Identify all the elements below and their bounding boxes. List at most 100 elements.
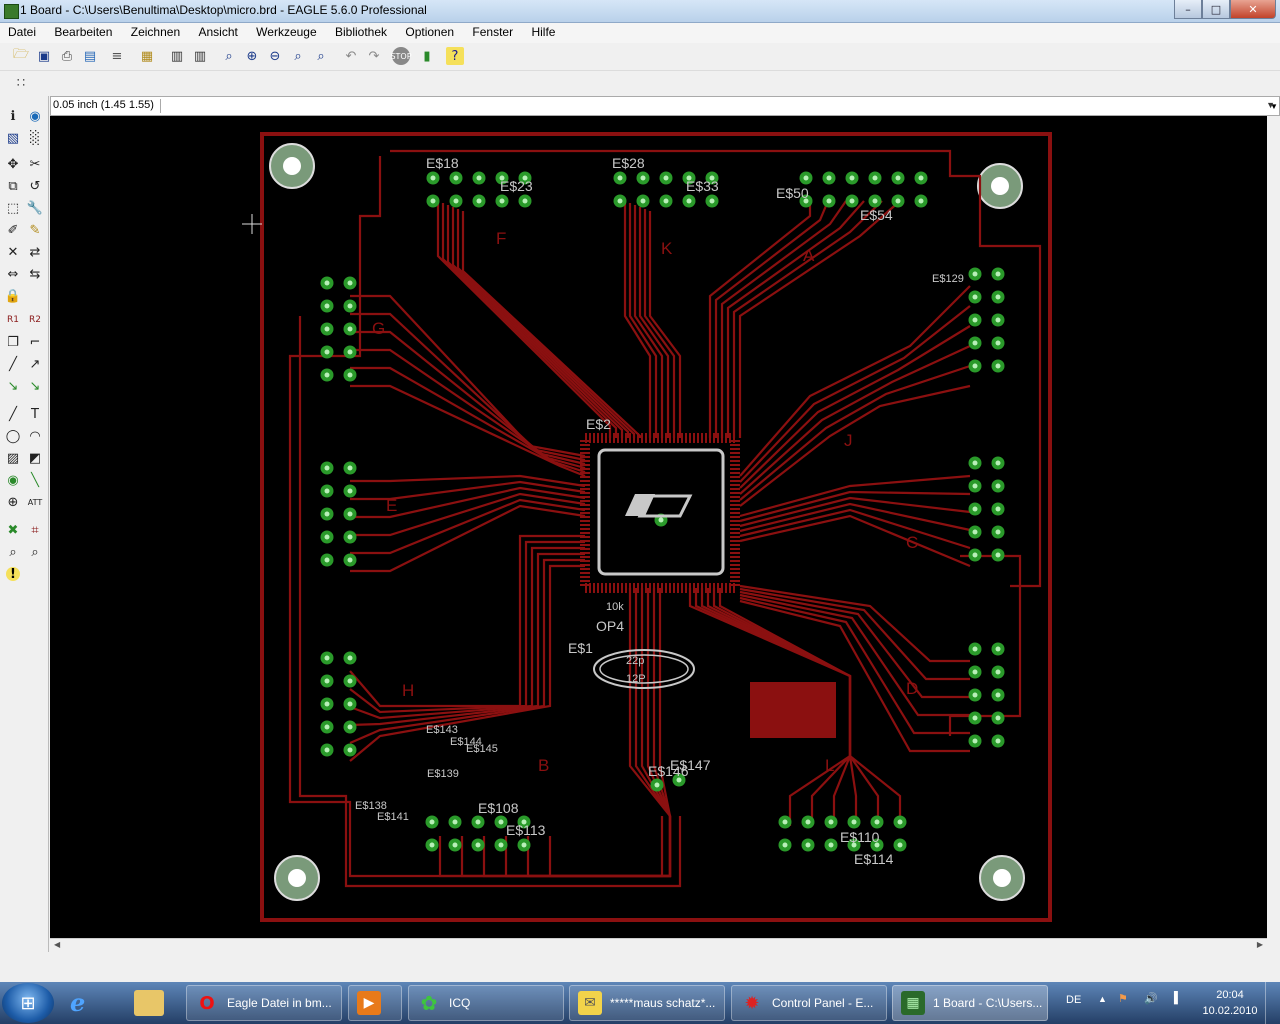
grid-icon[interactable]: ∷ — [12, 74, 30, 92]
menu-ansicht[interactable]: Ansicht — [190, 23, 244, 39]
zoom-select-icon[interactable]: ⌕ — [312, 47, 330, 65]
label-e2: E$2 — [586, 416, 611, 432]
clock-date[interactable]: 10.02.2010 — [1195, 1005, 1265, 1017]
print-icon[interactable]: ⎙ — [58, 47, 76, 65]
horizontal-scrollbar[interactable]: ◀ ▶ — [50, 938, 1267, 953]
taskbar-item-icq[interactable]: ✿ ICQ — [408, 985, 564, 1021]
zoom-out-icon[interactable]: ⊖ — [266, 47, 284, 65]
minimize-button[interactable]: – — [1174, 0, 1202, 19]
rotate-icon[interactable]: ↺ — [25, 176, 45, 196]
route-icon[interactable]: ↘ — [3, 376, 23, 396]
volume-icon[interactable]: 🔊 — [1144, 992, 1158, 1005]
split-icon[interactable]: ╱ — [3, 354, 23, 374]
display-icon[interactable]: ▧ — [3, 128, 23, 148]
polygon-icon[interactable]: ◩ — [25, 448, 45, 468]
rect-icon[interactable]: ▨ — [3, 448, 23, 468]
name-icon[interactable]: R1 — [3, 310, 23, 330]
pad-hole — [429, 819, 435, 825]
go-icon[interactable]: ▮ — [418, 47, 436, 65]
zoom-in-icon[interactable]: ⊕ — [243, 47, 261, 65]
board-canvas[interactable]: A B C D E F G H J K L E$18 E$23 E$28 E$3… — [50, 116, 1267, 938]
save-icon[interactable]: ▣ — [35, 47, 53, 65]
miter-icon[interactable]: ⌐ — [25, 332, 45, 352]
redo-icon[interactable]: ↷ — [365, 47, 383, 65]
cam-icon[interactable]: ▤ — [81, 47, 99, 65]
help-icon[interactable]: ? — [446, 47, 464, 65]
menu-werkzeuge[interactable]: Werkzeuge — [248, 23, 323, 39]
mirror-icon[interactable]: ⧉ — [3, 176, 23, 196]
signal-icon[interactable]: ╲ — [25, 470, 45, 490]
optimize-icon[interactable]: ↗ — [25, 354, 45, 374]
menu-datei[interactable]: Datei — [0, 23, 43, 39]
ripup-icon[interactable]: ↘ — [25, 376, 45, 396]
add-icon[interactable]: ✕ — [3, 242, 23, 262]
mark-icon[interactable]: ░ — [25, 128, 45, 148]
label-op4: OP4 — [596, 618, 624, 634]
delete-icon[interactable]: ✎ — [25, 220, 45, 240]
smash-icon[interactable]: ❐ — [3, 332, 23, 352]
show-hidden-icons-icon[interactable]: ▲ — [1098, 994, 1107, 1004]
erc-icon[interactable]: ⌕ — [3, 542, 23, 562]
eagle-app-icon[interactable] — [4, 4, 19, 19]
open-icon[interactable]: 🗁 — [12, 47, 30, 65]
wire-icon[interactable]: ╱ — [3, 404, 23, 424]
redraw-icon[interactable]: ⌕ — [289, 47, 307, 65]
taskbar-item-eagle[interactable]: ▦ 1 Board - C:\Users... — [892, 985, 1048, 1021]
pinswap-icon[interactable]: ⇄ — [25, 242, 45, 262]
network-icon[interactable]: ▐ — [1170, 992, 1178, 1004]
paste-icon[interactable]: ✐ — [3, 220, 23, 240]
taskbar-item-chat[interactable]: ✉ *****maus schatz*... — [569, 985, 725, 1021]
lock-part-icon[interactable]: 🔒 — [3, 286, 23, 306]
value-icon[interactable]: R2 — [25, 310, 45, 330]
taskbar-item-opera[interactable]: O Eagle Datei in bm... — [186, 985, 342, 1021]
language-indicator[interactable]: DE — [1066, 994, 1081, 1006]
taskbar-item-control-panel[interactable]: ✹ Control Panel - E... — [731, 985, 887, 1021]
lock-icon[interactable]: ⇆ — [25, 264, 45, 284]
ulp-icon[interactable]: ▥ — [191, 47, 209, 65]
hole-icon[interactable]: ⊕ — [3, 492, 23, 512]
scroll-left-icon[interactable]: ◀ — [54, 940, 60, 949]
change-icon[interactable]: 🔧 — [25, 198, 45, 218]
run-script-icon[interactable]: ▥ — [168, 47, 186, 65]
scroll-down-icon[interactable]: ▼ — [1270, 102, 1278, 111]
copy-icon[interactable]: ✂ — [25, 154, 45, 174]
zoom-fit-icon[interactable]: ⌕ — [220, 47, 238, 65]
replace-icon[interactable]: ⇔ — [3, 264, 23, 284]
notification-icon[interactable]: ⚑ — [1118, 992, 1128, 1005]
taskbar-item-media[interactable]: ▶ — [348, 985, 402, 1021]
menu-bearbeiten[interactable]: Bearbeiten — [46, 23, 119, 39]
script-icon[interactable]: ▦ — [138, 47, 156, 65]
autorouter-icon[interactable]: ⌗ — [25, 520, 45, 540]
undo-icon[interactable]: ↶ — [342, 47, 360, 65]
menu-zeichnen[interactable]: Zeichnen — [123, 23, 187, 39]
start-button[interactable]: ⊞ — [2, 983, 54, 1023]
group-icon[interactable]: ⬚ — [3, 198, 23, 218]
errors-icon[interactable]: ! — [6, 567, 20, 582]
show-icon[interactable]: ◉ — [25, 106, 45, 126]
text-icon[interactable]: T — [25, 404, 45, 424]
close-button[interactable]: ✕ — [1230, 0, 1276, 19]
use-library-icon[interactable]: ≡ — [108, 47, 126, 65]
internet-explorer-icon[interactable]: e — [70, 988, 106, 1018]
menu-fenster[interactable]: Fenster — [464, 23, 520, 39]
menu-bibliothek[interactable]: Bibliothek — [327, 23, 394, 39]
ratsnest-icon[interactable]: ✖ — [3, 520, 23, 540]
show-desktop-button[interactable] — [1265, 982, 1280, 1024]
info-icon[interactable]: ℹ — [3, 106, 23, 126]
arc-icon[interactable]: ◠ — [25, 426, 45, 446]
drc-icon[interactable]: ⌕ — [25, 542, 45, 562]
menu-optionen[interactable]: Optionen — [397, 23, 461, 39]
clock-time[interactable]: 20:04 — [1200, 989, 1260, 1001]
scroll-right-icon[interactable]: ▶ — [1257, 940, 1263, 949]
menu-hilfe[interactable]: Hilfe — [523, 23, 562, 39]
attribute-icon[interactable]: ATT — [25, 492, 45, 512]
trace — [350, 504, 586, 573]
command-input[interactable] — [186, 97, 1272, 117]
move-icon[interactable]: ✥ — [3, 154, 23, 174]
circle-icon[interactable]: ◯ — [3, 426, 23, 446]
stop-icon[interactable]: STOP — [390, 47, 412, 65]
vertical-scrollbar[interactable]: ▼ — [1267, 102, 1280, 938]
via-icon[interactable]: ◉ — [3, 470, 23, 490]
explorer-icon[interactable] — [134, 990, 164, 1016]
maximize-button[interactable]: □ — [1202, 0, 1230, 19]
